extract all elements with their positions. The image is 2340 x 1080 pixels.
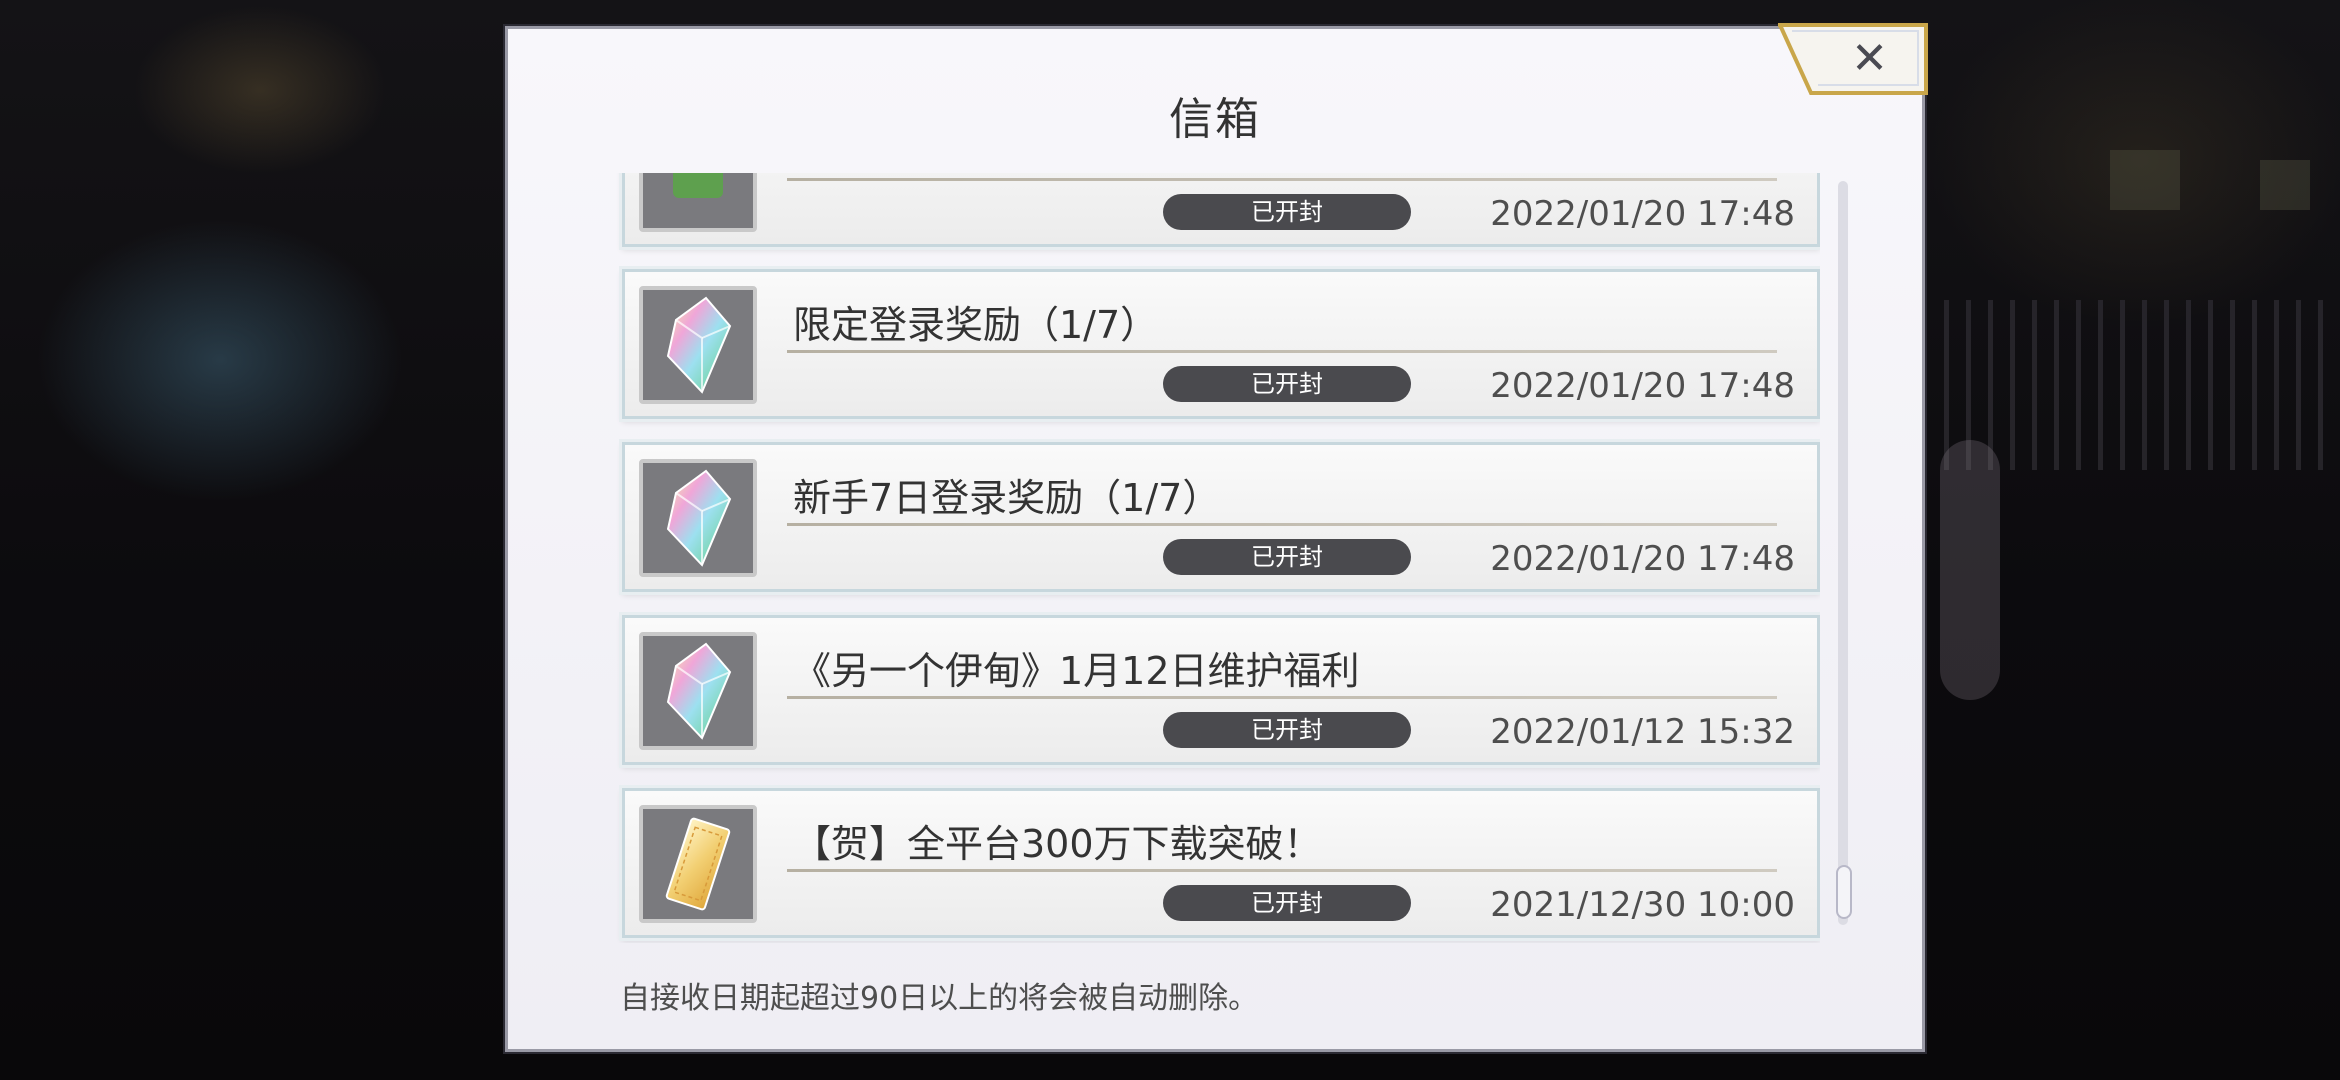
mail-subject: 《另一个伊甸》1月12日维护福利	[793, 649, 1360, 693]
background-window	[2260, 160, 2310, 210]
mail-subject: 限定登录奖励（1/7）	[793, 303, 1159, 347]
mail-list[interactable]: 已开封 2022/01/20 17:48 限定登录奖励（1/7） 已开封 202…	[616, 173, 1820, 943]
mail-item[interactable]: 限定登录奖励（1/7） 已开封 2022/01/20 17:48	[622, 269, 1820, 419]
rainbow-crystal-icon	[639, 459, 757, 577]
rainbow-crystal-icon	[639, 286, 757, 404]
divider	[787, 523, 1777, 526]
divider	[787, 178, 1777, 181]
divider	[787, 350, 1777, 353]
mail-item[interactable]: 新手7日登录奖励（1/7） 已开封 2022/01/20 17:48	[622, 442, 1820, 592]
mail-date: 2022/01/12 15:32	[1490, 712, 1795, 752]
scrollbar-track[interactable]	[1838, 181, 1848, 925]
background-window	[2110, 150, 2180, 210]
status-badge: 已开封	[1163, 366, 1411, 402]
mail-date: 2022/01/20 17:48	[1490, 366, 1795, 406]
green-item-icon	[639, 173, 757, 232]
background-character	[1940, 440, 2000, 700]
status-badge: 已开封	[1163, 539, 1411, 575]
divider	[787, 869, 1777, 872]
mail-date: 2022/01/20 17:48	[1490, 194, 1795, 234]
mail-item[interactable]: 【贺】全平台300万下载突破！ 已开封 2021/12/30 10:00	[622, 788, 1820, 938]
gold-ticket-icon	[639, 805, 757, 923]
mail-date: 2021/12/30 10:00	[1490, 885, 1795, 925]
status-badge: 已开封	[1163, 194, 1411, 230]
mail-item[interactable]: 《另一个伊甸》1月12日维护福利 已开封 2022/01/12 15:32	[622, 615, 1820, 765]
rainbow-crystal-icon	[639, 632, 757, 750]
divider	[787, 696, 1777, 699]
status-badge: 已开封	[1163, 885, 1411, 921]
mail-subject: 【贺】全平台300万下载突破！	[793, 822, 1322, 866]
dialog-title: 信箱	[1169, 94, 1261, 145]
auto-delete-note: 自接收日期起超过90日以上的将会被自动删除。	[620, 981, 1259, 1016]
status-badge: 已开封	[1163, 712, 1411, 748]
scrollbar-thumb[interactable]	[1836, 865, 1852, 919]
mail-subject: 新手7日登录奖励（1/7）	[793, 476, 1221, 520]
mail-date: 2022/01/20 17:48	[1490, 539, 1795, 579]
close-icon[interactable]: ✕	[1851, 33, 1888, 84]
mailbox-dialog: 信箱 ✕ 已开封 2022/01/20 17:48 限定登录奖励（1/7） 已开…	[505, 23, 1928, 1052]
mail-item[interactable]: 已开封 2022/01/20 17:48	[622, 173, 1820, 247]
